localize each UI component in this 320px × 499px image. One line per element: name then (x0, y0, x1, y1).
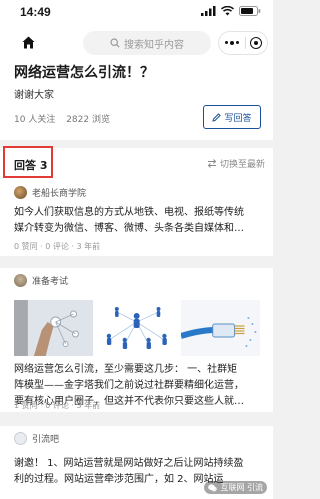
answer-meta: 1 赞同 · 0 评论 · 3 年前 (14, 401, 101, 410)
avatar (14, 432, 27, 445)
signal-icon (201, 6, 216, 16)
avatar (14, 274, 27, 287)
watermark-text: 互联网 引流 (220, 483, 263, 492)
answer-card[interactable]: 引流吧 谢邀！ 1、网站运营就是网站做好之后让网站持续盈 利的过程。网站运营牵涉… (0, 426, 273, 499)
answer-meta: 0 赞同 · 0 评论 · 3 年前 (14, 242, 101, 251)
wifi-icon (221, 6, 234, 16)
question-description: 谢谢大家 (14, 90, 54, 101)
answers-count-label: 回答 3 (14, 159, 48, 172)
sort-switch-label: 切换至最新 (219, 160, 265, 170)
more-icon[interactable] (225, 40, 239, 45)
sort-switch-button[interactable]: 切换至最新 (207, 157, 265, 170)
home-icon[interactable] (22, 36, 35, 49)
views-count: 2822 浏览 (66, 115, 110, 125)
search-placeholder: 搜索知乎内容 (124, 39, 184, 51)
answer-images (14, 300, 260, 356)
author-name: 老船长商学院 (32, 189, 87, 199)
question-title: 网络运营怎么引流！？ (14, 65, 154, 81)
question-header: 网络运营怎么引流！？ 谢谢大家 10 人关注 2822 浏览 写回答 (0, 62, 273, 140)
image-network-cable[interactable] (180, 300, 260, 356)
write-answer-button[interactable]: 写回答 (203, 105, 261, 129)
excerpt-line: 阵模型——金字塔我们之前说过社群要精细化运营， (14, 380, 244, 391)
answers-header: 回答 3 切换至最新 (0, 146, 273, 180)
search-icon (110, 38, 120, 48)
answer-excerpt: 如今人们获取信息的方式从地铁、电视、报纸等传统 媒介转变为微信、博客、微博、头条… (14, 205, 262, 237)
search-input[interactable]: 搜索知乎内容 (83, 31, 211, 55)
excerpt-line: 谢邀！ 1、网站运营就是网站做好之后让网站持续盈 (14, 458, 244, 469)
answer-card[interactable]: 老船长商学院 如今人们获取信息的方式从地铁、电视、报纸等传统 媒介转变为微信、博… (0, 180, 273, 256)
answer-author: 引流吧 (14, 432, 59, 445)
answer-author: 老船长商学院 (14, 186, 86, 199)
excerpt-line: 如今人们获取信息的方式从地铁、电视、报纸等传统 (14, 207, 244, 218)
author-name: 引流吧 (32, 435, 60, 445)
wechat-icon (208, 483, 218, 491)
top-nav: 搜索知乎内容 (0, 24, 273, 62)
answer-author: 准备考试 (14, 274, 68, 287)
write-answer-label: 写回答 (224, 113, 252, 124)
close-target-icon[interactable] (250, 37, 262, 49)
excerpt-line: 网络运营怎么引流，至少需要这几步： 一、社群矩 (14, 364, 238, 375)
followers-count: 10 人关注 (14, 115, 56, 125)
miniprogram-capsule (218, 31, 268, 55)
status-bar: 14:49 (0, 0, 273, 24)
status-time: 14:49 (20, 5, 51, 19)
avatar (14, 186, 27, 199)
image-people-network[interactable] (97, 300, 177, 356)
watermark: 互联网 引流 (204, 481, 267, 494)
excerpt-line: 媒介转变为微信、博客、微博、头条各类自媒体和… (14, 223, 244, 234)
author-name: 准备考试 (32, 277, 69, 287)
pencil-icon (212, 112, 222, 122)
swap-icon (207, 159, 217, 168)
battery-icon (239, 6, 261, 16)
image-hand-network[interactable] (14, 300, 94, 356)
answer-card[interactable]: 准备考试 网络运营怎么引流，至少需要这几步： 一、社群矩 阵模型——金字塔我们之… (0, 268, 273, 412)
question-stats: 10 人关注 2822 浏览 (14, 112, 110, 125)
